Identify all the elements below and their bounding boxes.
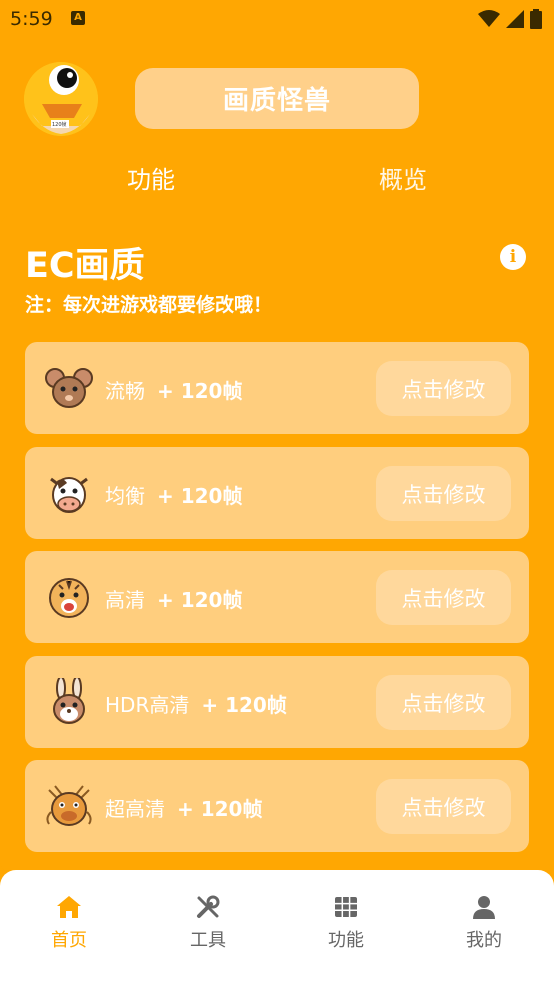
home-icon — [57, 896, 81, 918]
card-label: 高清 + 120帧 — [105, 584, 242, 613]
status-icons — [478, 9, 542, 29]
info-icon[interactable]: i — [500, 244, 526, 270]
section-note: 注：每次进游戏都要修改哦！ — [25, 294, 273, 316]
nav-home[interactable]: 首页 — [29, 894, 109, 952]
tools-icon — [197, 895, 220, 918]
mode-name: HDR高清 — [105, 693, 190, 717]
card-label: HDR高清 + 120帧 — [105, 689, 287, 718]
nav-tools[interactable]: 工具 — [168, 894, 248, 952]
nav-label: 工具 — [190, 930, 226, 951]
nav-label: 我的 — [466, 930, 502, 951]
notification-icon: A — [71, 11, 85, 25]
quality-card-hdr: HDR高清 + 120帧 点击修改 — [25, 656, 529, 748]
app-title: 画质怪兽 — [135, 68, 419, 129]
tab-functions[interactable]: 功能 — [127, 160, 175, 195]
tiger-icon — [49, 578, 89, 618]
user-icon — [473, 896, 495, 919]
status-time: 5:59 — [10, 8, 53, 30]
grid-icon — [335, 897, 357, 917]
wifi-icon — [478, 10, 500, 27]
card-label: 均衡 + 120帧 — [105, 480, 242, 509]
quality-card-balanced: 均衡 + 120帧 点击修改 — [25, 447, 529, 539]
fps-value: + 120帧 — [157, 588, 243, 612]
quality-card-hd: 高清 + 120帧 点击修改 — [25, 551, 529, 643]
mode-name: 高清 — [105, 588, 145, 612]
mode-name: 流畅 — [105, 379, 145, 403]
quality-card-smooth: 流畅 + 120帧 点击修改 — [25, 342, 529, 434]
signal-icon — [506, 10, 524, 28]
section-title: EC画质 — [25, 246, 145, 286]
fps-value: + 120帧 — [157, 484, 243, 508]
card-label: 流畅 + 120帧 — [105, 375, 242, 404]
modify-button[interactable]: 点击修改 — [376, 675, 511, 730]
tab-overview[interactable]: 概览 — [379, 160, 427, 195]
mode-name: 超高清 — [105, 797, 165, 821]
modify-button[interactable]: 点击修改 — [376, 570, 511, 625]
nav-label: 首页 — [51, 930, 87, 951]
fps-value: + 120帧 — [201, 693, 287, 717]
quality-card-uhd: 超高清 + 120帧 点击修改 — [25, 760, 529, 852]
fps-value: + 120帧 — [157, 379, 243, 403]
cow-icon — [50, 477, 88, 513]
card-label: 超高清 + 120帧 — [105, 793, 262, 822]
avatar-badge: 120帧 — [52, 122, 67, 128]
mode-name: 均衡 — [105, 484, 145, 508]
avatar[interactable]: 120帧 — [24, 62, 98, 136]
nav-label: 功能 — [328, 930, 364, 951]
dragon-icon — [46, 785, 92, 826]
battery-icon — [530, 9, 542, 29]
modify-button[interactable]: 点击修改 — [376, 361, 511, 416]
fps-value: + 120帧 — [177, 797, 263, 821]
bottom-nav: 首页 工具 功能 我的 — [0, 870, 554, 984]
nav-profile[interactable]: 我的 — [444, 894, 524, 952]
modify-button[interactable]: 点击修改 — [376, 466, 511, 521]
nav-functions[interactable]: 功能 — [306, 894, 386, 952]
rabbit-icon — [53, 678, 85, 724]
mouse-icon — [45, 368, 93, 408]
modify-button[interactable]: 点击修改 — [376, 779, 511, 834]
status-bar: 5:59 A — [0, 0, 554, 38]
